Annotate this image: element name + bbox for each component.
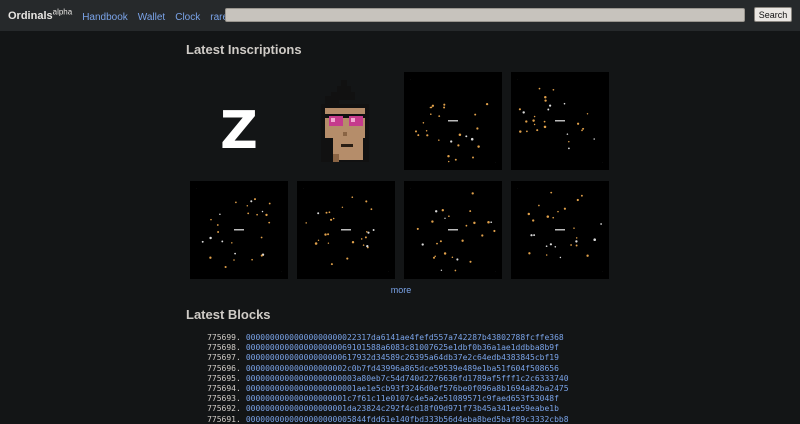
block-row: 775693. 000000000000000000001c7f61c11e010…	[196, 394, 569, 404]
block-height-dot: .	[236, 363, 241, 373]
pixel-punk-image	[321, 80, 369, 162]
block-height: 775696	[207, 363, 236, 373]
blocks-list: 775699. 00000000000000000000022317da6141a…	[196, 333, 569, 424]
block-hash-link[interactable]: 00000000000000000000001ae1e5cb93f3246d0e…	[246, 384, 569, 393]
latest-inscriptions-heading: Latest Inscriptions	[186, 42, 302, 57]
block-height: 775698	[207, 343, 236, 353]
inscription-thumb-7[interactable]: · ·	[404, 181, 502, 279]
block-height-dot: .	[236, 394, 241, 404]
block-row: 775695. 00000000000000000000003a80eb7c54d…	[196, 373, 569, 384]
block-height: 775695	[207, 373, 236, 383]
dot-constellation-image	[305, 196, 375, 266]
block-hash-link[interactable]: 000000000000000000001c7f61c11e0107c4e5a2…	[246, 394, 559, 403]
block-row: 775697. 00000000000000000000617932d34589c…	[196, 353, 569, 363]
dot-constellation-image	[518, 87, 595, 150]
block-row: 775694. 00000000000000000000001ae1e5cb93f…	[196, 384, 569, 394]
block-height: 775699	[207, 333, 236, 342]
dot-constellation-image	[414, 102, 489, 163]
nav-link-handbook[interactable]: Handbook	[82, 12, 128, 23]
inscription-thumb-8[interactable]: · ·	[511, 181, 609, 279]
block-hash-link[interactable]: 00000000000000000000617932d34589c26395a6…	[246, 353, 559, 362]
block-row: 775698. 0000000000000000000069101588a6083…	[196, 343, 569, 353]
block-height-dot: .	[236, 333, 241, 342]
block-height: 775691	[207, 414, 236, 424]
block-height-dot: .	[236, 404, 241, 414]
inscription-thumb-6[interactable]: · ·	[297, 181, 395, 279]
block-row: 775692. 000000000000000000001da23824c292f…	[196, 404, 569, 414]
nav-link-clock[interactable]: Clock	[175, 12, 200, 23]
inscription-thumb-5[interactable]: · ·	[190, 181, 288, 279]
search-button[interactable]: Search	[754, 7, 792, 22]
block-hash-link[interactable]: 00000000000000000000003a80eb7c54d740d227…	[246, 374, 569, 383]
dot-constellation-image	[416, 192, 496, 272]
block-row: 775699. 00000000000000000000022317da6141a…	[196, 333, 569, 343]
inscription-thumb-4[interactable]: · ·	[511, 72, 609, 170]
search-input[interactable]	[225, 8, 745, 22]
nav-link-wallet[interactable]: Wallet	[138, 12, 165, 23]
more-inscriptions-link[interactable]: more	[386, 285, 416, 295]
block-height: 775694	[207, 384, 236, 394]
inscription-thumb-2[interactable]	[297, 72, 395, 170]
block-hash-link[interactable]: 000000000000000000002c0b7fd43996a865dce5…	[246, 364, 559, 373]
z-logo-image: Z	[220, 101, 258, 161]
block-row: 775691. 0000000000000000000005844fdd61e14…	[196, 414, 569, 424]
block-height-dot: .	[236, 353, 241, 363]
block-height-dot: .	[236, 343, 241, 353]
block-hash-link[interactable]: 0000000000000000000069101588a6083c810076…	[246, 343, 559, 352]
inscription-thumb-3[interactable]: · ·	[404, 72, 502, 170]
brand-logo[interactable]: Ordinalsalpha	[8, 7, 72, 21]
block-height-dot: .	[236, 384, 241, 394]
block-height-dot: .	[236, 373, 241, 383]
block-height: 775693	[207, 394, 236, 404]
block-row: 775696. 000000000000000000002c0b7fd43996a…	[196, 364, 569, 374]
inscription-thumb-1[interactable]: Z	[190, 82, 288, 180]
block-height: 775692	[207, 404, 236, 414]
block-hash-link[interactable]: 00000000000000000000022317da6141ae4fefd5…	[246, 333, 564, 342]
block-hash-link[interactable]: 0000000000000000000005844fdd61e140fbd333…	[246, 415, 569, 424]
block-hash-link[interactable]: 000000000000000000001da23824c292f4cd18f0…	[246, 404, 559, 413]
block-height-dot: .	[236, 414, 241, 424]
dot-constellation-image	[527, 191, 602, 259]
block-height: 775697	[207, 353, 236, 363]
latest-blocks-heading: Latest Blocks	[186, 307, 271, 322]
dot-constellation-image	[201, 198, 271, 269]
